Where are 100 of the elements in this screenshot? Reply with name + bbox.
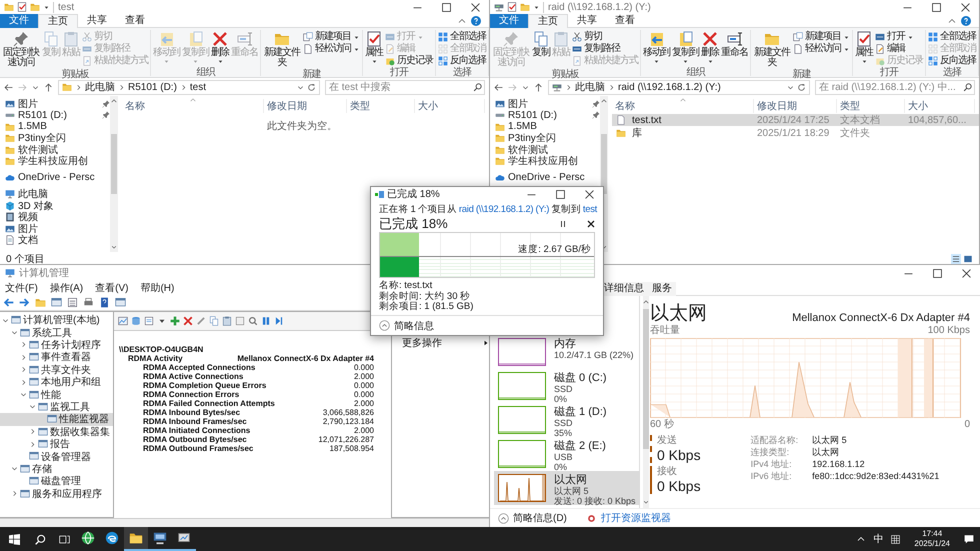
resource-item[interactable]: 内存 10.2/47.1 GB (22%) (494, 335, 640, 369)
ribbon-tab[interactable]: 文件 (490, 14, 528, 28)
magnifier-icon[interactable] (248, 316, 258, 326)
column-header[interactable]: 类型 (347, 99, 415, 113)
printer-icon[interactable] (83, 297, 94, 308)
details-view-icon[interactable] (951, 254, 961, 264)
tree-item[interactable]: 任务计划程序 (0, 338, 113, 352)
sidebar-item[interactable]: 图片 (0, 98, 110, 110)
action-item[interactable]: 更多操作 (402, 336, 442, 350)
pause-icon[interactable] (559, 220, 567, 228)
large-icons-view-icon[interactable] (963, 254, 973, 264)
chevron-up-icon[interactable] (857, 535, 866, 543)
graph-icon[interactable] (118, 316, 128, 326)
ribbon-button[interactable]: 编辑 (874, 43, 924, 55)
notification-icon[interactable] (964, 534, 974, 544)
resource-monitor-link[interactable]: 打开资源监视器 (600, 511, 671, 525)
ribbon-button[interactable]: 全部选择 (927, 31, 977, 43)
menu-item[interactable]: 文件(F) (5, 281, 38, 295)
close-icon[interactable] (961, 2, 970, 12)
chevron-down-icon[interactable] (787, 84, 794, 90)
database-icon[interactable] (131, 316, 141, 326)
ribbon-button[interactable]: 轻松访问 (792, 43, 851, 55)
resource-item[interactable]: 以太网 以太网 5 发送: 0 接收: 0 Kbps (494, 471, 640, 505)
column-header[interactable]: 修改日期 (264, 99, 347, 113)
sidebar-item[interactable]: 软件测试 (0, 144, 110, 156)
tree-item[interactable]: 本地用户和组 (0, 376, 113, 388)
window-icon[interactable] (115, 297, 126, 308)
forward-icon[interactable] (19, 297, 30, 308)
breadcrumb-item[interactable]: R5101 (D:) (128, 82, 177, 92)
column-header[interactable]: 类型 (837, 99, 905, 113)
breadcrumb-item[interactable]: 此电脑 (575, 80, 605, 94)
column-header[interactable]: 名称 (122, 99, 264, 113)
ribbon-button[interactable]: 移动到 (642, 30, 671, 67)
menu-item[interactable]: 帮助(H) (140, 281, 174, 295)
search-field[interactable]: 在 test 中搜索 (325, 80, 485, 94)
menu-item[interactable]: 操作(A) (50, 281, 84, 295)
maximize-icon[interactable] (442, 2, 451, 12)
sidebar-item[interactable]: 软件测试 (490, 144, 600, 156)
tree-item[interactable]: 性能监视器 (0, 413, 113, 426)
ribbon-button[interactable]: 固定到快速访问 (1, 30, 41, 69)
source-link[interactable]: raid (\\192.168.1.2) (Y:) (458, 204, 550, 215)
properties-icon[interactable] (235, 316, 245, 326)
refresh-icon[interactable] (797, 82, 806, 92)
sidebar-item[interactable]: 学生科技应用创 (0, 156, 110, 167)
caret-icon[interactable] (43, 4, 50, 10)
ribbon-tab[interactable]: 共享 (568, 14, 606, 28)
tree-item[interactable]: 设备管理器 (0, 450, 113, 463)
chevron-down-icon[interactable] (297, 84, 304, 90)
sidebar-item[interactable]: P3tiny全闪 (0, 132, 110, 144)
breadcrumb-item[interactable]: raid (\\192.168.1.2) (Y:) (618, 82, 721, 92)
start-icon[interactable] (8, 534, 20, 544)
sidebar-item[interactable]: P3tiny全闪 (490, 132, 600, 144)
collapse-icon[interactable] (11, 465, 18, 472)
back-icon[interactable] (494, 82, 503, 92)
maximize-icon[interactable] (933, 269, 942, 278)
sidebar-item[interactable]: 1.5MB (490, 121, 600, 132)
sidebar-item[interactable]: 学生科技应用创 (490, 156, 600, 167)
cancel-icon[interactable] (587, 220, 595, 228)
column-header[interactable]: 修改日期 (754, 99, 837, 113)
tab[interactable]: 服务 (648, 282, 676, 296)
resource-item[interactable]: 磁盘 1 (D:) SSD 35% (494, 403, 640, 437)
tree-item[interactable]: 共享文件夹 (0, 364, 113, 376)
tree-item[interactable]: 计算机管理(本地) (0, 314, 113, 326)
ribbon-button[interactable]: 复制路径 (571, 43, 639, 55)
ribbon-tab[interactable]: 主页 (38, 14, 78, 28)
help-icon[interactable] (99, 297, 110, 308)
help-icon[interactable] (471, 16, 481, 26)
ribbon-tab[interactable]: 查看 (606, 14, 644, 28)
less-details-button[interactable]: 简略信息(D) (498, 511, 567, 525)
up-icon[interactable] (534, 82, 543, 92)
file-row[interactable]: test.txt 2025/1/24 17:25 文本文档 104,857,60... (612, 114, 979, 126)
menu-item[interactable]: 查看(V) (95, 281, 128, 295)
pencil-icon[interactable] (196, 316, 206, 326)
clock[interactable]: 17:44 2025/1/24 (908, 529, 956, 549)
tree-item[interactable]: 系统工具 (0, 326, 113, 339)
keyboard-icon[interactable] (891, 534, 900, 544)
ribbon-button[interactable]: 打开 (874, 31, 924, 43)
ribbon-button[interactable]: 属性 (364, 30, 384, 67)
sidebar-item[interactable]: 图片 (0, 223, 110, 234)
collapse-ribbon-icon[interactable] (458, 16, 466, 24)
window-icon[interactable] (51, 297, 62, 308)
breadcrumb-item[interactable]: test (190, 82, 206, 92)
task-view-icon[interactable] (58, 534, 70, 544)
submenu-arrow-icon[interactable] (483, 340, 489, 346)
ribbon-button[interactable]: 复制 (531, 30, 551, 59)
ribbon-tab[interactable]: 共享 (78, 14, 116, 28)
taskbar-app[interactable] (124, 527, 148, 551)
sidebar-item[interactable]: R5101 (D:) (0, 110, 110, 121)
ribbon-button[interactable]: 历史记录 (384, 55, 434, 67)
destination-link[interactable]: test (582, 204, 598, 215)
caret-icon[interactable] (533, 4, 540, 10)
sidebar-item[interactable]: 1.5MB (0, 121, 110, 132)
column-header[interactable]: 大小 (415, 99, 485, 113)
resource-item[interactable]: 磁盘 0 (C:) SSD 0% (494, 369, 640, 403)
ribbon-button[interactable]: 新建项目 (792, 31, 851, 43)
close-icon[interactable] (471, 2, 480, 12)
ribbon-button[interactable]: 删除 (210, 30, 230, 67)
delete-icon[interactable] (183, 316, 193, 326)
up-icon[interactable] (44, 82, 53, 92)
sidebar-item[interactable]: 文档 (0, 234, 110, 246)
